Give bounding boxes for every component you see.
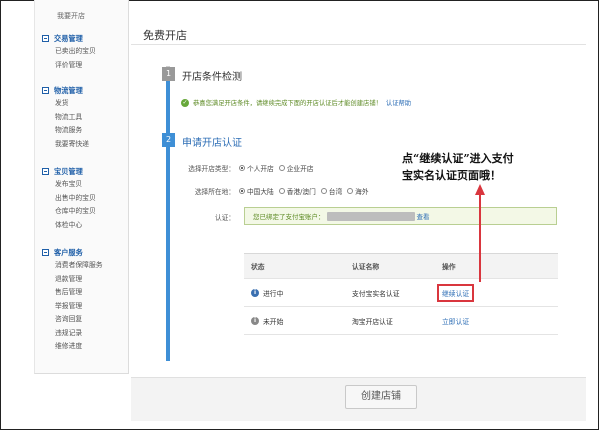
arrow-head [475, 184, 485, 195]
create-shop-button[interactable]: 创建店铺 [345, 385, 417, 409]
annotation-arrow [475, 184, 485, 282]
